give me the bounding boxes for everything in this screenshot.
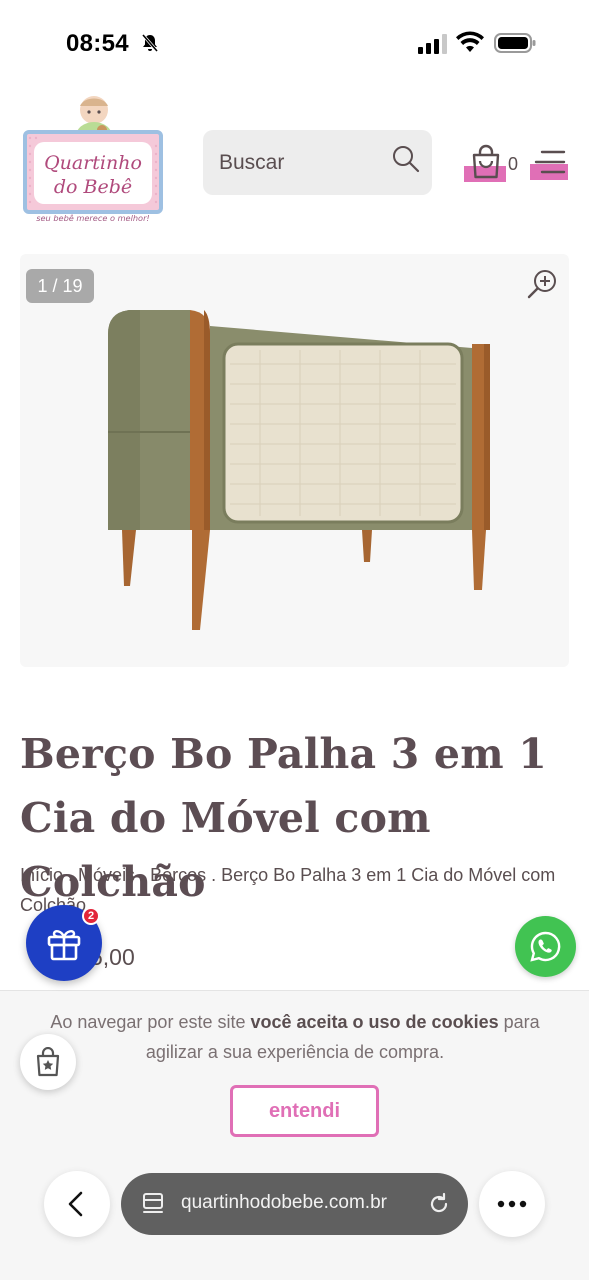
bell-off-icon bbox=[141, 34, 159, 52]
cookie-text-before: Ao navegar por este site bbox=[50, 1012, 251, 1032]
cart-button[interactable]: 0 bbox=[462, 140, 522, 184]
chevron-left-icon bbox=[68, 1191, 83, 1217]
logo-image: Quartinho do Bebê seu bebê merece o melh… bbox=[23, 96, 163, 223]
battery-icon bbox=[494, 33, 536, 53]
reload-icon[interactable] bbox=[427, 1191, 451, 1217]
whatsapp-button[interactable] bbox=[515, 916, 576, 977]
more-dots-icon bbox=[497, 1200, 527, 1208]
breadcrumb-separator: . bbox=[63, 865, 79, 885]
gift-icon bbox=[47, 929, 81, 961]
site-logo[interactable]: Quartinho do Bebê seu bebê merece o melh… bbox=[22, 92, 164, 226]
logo-tagline: seu bebê merece o melhor! bbox=[36, 213, 149, 223]
menu-button[interactable] bbox=[528, 146, 570, 182]
status-time: 08:54 bbox=[66, 30, 129, 57]
reviews-badge-button[interactable] bbox=[20, 1034, 76, 1090]
gallery-counter: 1 / 19 bbox=[26, 269, 94, 303]
signal-icon bbox=[418, 34, 447, 54]
breadcrumb-separator: . bbox=[135, 865, 151, 885]
url-text[interactable]: quartinhodobebe.com.br bbox=[181, 1192, 387, 1214]
browser-back-button[interactable] bbox=[44, 1171, 110, 1237]
shopping-bag-icon bbox=[472, 144, 500, 179]
whatsapp-icon bbox=[530, 931, 561, 962]
zoom-in-icon[interactable] bbox=[526, 268, 558, 300]
cookie-banner: Ao navegar por este site você aceita o u… bbox=[0, 990, 589, 1280]
product-image bbox=[108, 310, 490, 630]
search-input[interactable] bbox=[219, 130, 389, 195]
cookie-text-bold: você aceita o uso de cookies bbox=[250, 1012, 499, 1032]
address-bar[interactable]: quartinhodobebe.com.br bbox=[121, 1173, 468, 1235]
breadcrumb-item-inicio[interactable]: Início bbox=[20, 865, 63, 885]
product-gallery[interactable]: 1 / 19 bbox=[20, 254, 569, 667]
breadcrumb-item-moveis[interactable]: Móveis bbox=[78, 865, 135, 885]
cookie-text: Ao navegar por este site você aceita o u… bbox=[20, 1007, 570, 1067]
star-shopping-bag-icon bbox=[36, 1047, 60, 1077]
gift-button[interactable]: 2 bbox=[26, 905, 102, 981]
tabs-icon[interactable] bbox=[141, 1191, 165, 1217]
search-box[interactable] bbox=[203, 130, 432, 195]
gift-notification-badge: 2 bbox=[82, 907, 100, 925]
breadcrumb-item-bercos[interactable]: Berços bbox=[150, 865, 206, 885]
logo-line2: do Bebê bbox=[54, 176, 132, 198]
wifi-icon bbox=[456, 31, 484, 52]
more-options-button[interactable] bbox=[479, 1171, 545, 1237]
status-bar: 08:54 bbox=[0, 0, 589, 88]
logo-line1: Quartinho bbox=[44, 152, 142, 174]
breadcrumb: Início . Móveis . Berços . Berço Bo Palh… bbox=[20, 860, 580, 920]
search-icon[interactable] bbox=[391, 144, 421, 174]
breadcrumb-separator: . bbox=[206, 865, 222, 885]
hamburger-menu-icon bbox=[534, 150, 566, 174]
accept-cookies-button[interactable]: entendi bbox=[230, 1085, 379, 1137]
cart-count: 0 bbox=[508, 154, 519, 174]
